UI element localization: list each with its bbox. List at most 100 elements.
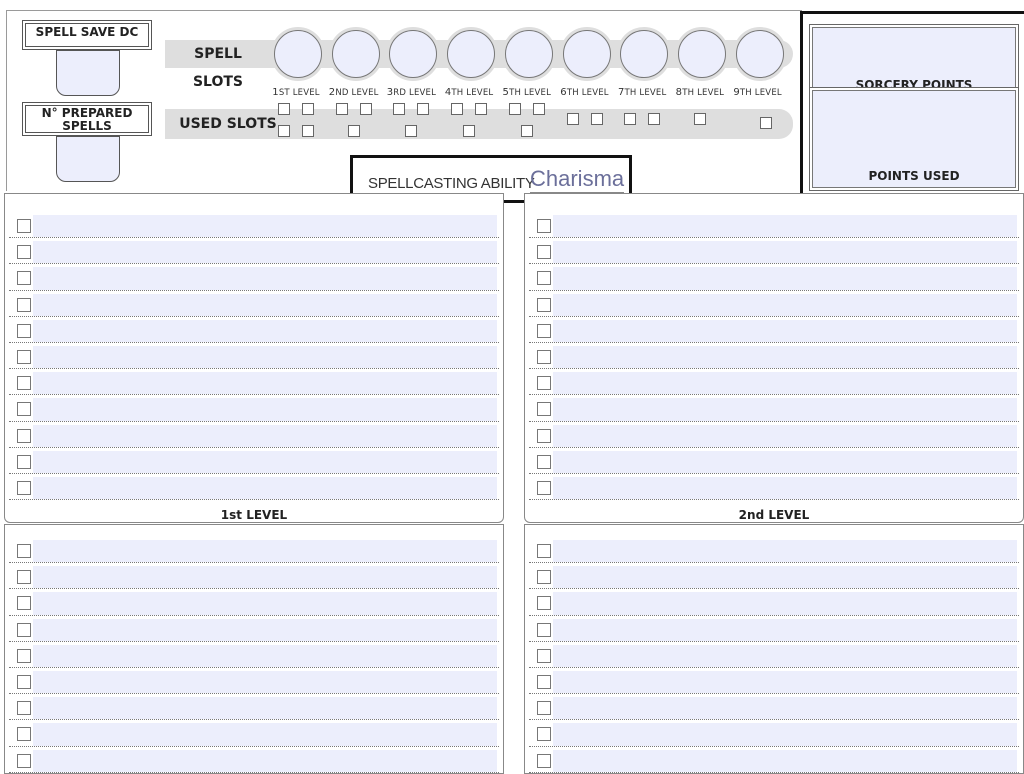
used-slot-checkbox[interactable] [694, 113, 706, 125]
spell-prepared-checkbox[interactable] [17, 675, 31, 689]
spell-slot-circle-level-5[interactable] [505, 30, 553, 78]
spell-name-field[interactable] [553, 645, 1017, 667]
spell-name-field[interactable] [553, 398, 1017, 420]
used-slot-checkbox[interactable] [360, 103, 372, 115]
spell-prepared-checkbox[interactable] [537, 298, 551, 312]
spell-name-field[interactable] [33, 241, 497, 263]
sorcery-points-field[interactable]: SORCERY POINTS [809, 24, 1019, 94]
spell-name-field[interactable] [33, 750, 497, 772]
used-slot-checkbox[interactable] [567, 113, 579, 125]
spell-prepared-checkbox[interactable] [17, 570, 31, 584]
spell-slot-circle-level-6[interactable] [563, 30, 611, 78]
spell-prepared-checkbox[interactable] [537, 701, 551, 715]
spell-prepared-checkbox[interactable] [537, 350, 551, 364]
spell-name-field[interactable] [33, 477, 497, 499]
spell-name-field[interactable] [553, 372, 1017, 394]
spell-name-field[interactable] [553, 425, 1017, 447]
used-slot-checkbox[interactable] [302, 103, 314, 115]
spell-name-field[interactable] [33, 215, 497, 237]
spell-name-field[interactable] [553, 697, 1017, 719]
spell-name-field[interactable] [33, 451, 497, 473]
spell-prepared-checkbox[interactable] [537, 324, 551, 338]
spell-name-field[interactable] [553, 566, 1017, 588]
used-slot-checkbox[interactable] [336, 103, 348, 115]
spellcasting-ability-value[interactable]: Charisma [530, 166, 624, 193]
spell-name-field[interactable] [553, 294, 1017, 316]
points-used-field[interactable]: POINTS USED [809, 87, 1019, 191]
spell-prepared-checkbox[interactable] [17, 481, 31, 495]
used-slot-checkbox[interactable] [648, 113, 660, 125]
spell-prepared-checkbox[interactable] [17, 649, 31, 663]
spell-prepared-checkbox[interactable] [17, 596, 31, 610]
spell-prepared-checkbox[interactable] [17, 727, 31, 741]
used-slot-checkbox[interactable] [393, 103, 405, 115]
spell-name-field[interactable] [33, 645, 497, 667]
spell-prepared-checkbox[interactable] [17, 701, 31, 715]
spell-name-field[interactable] [33, 540, 497, 562]
used-slot-checkbox[interactable] [521, 125, 533, 137]
spell-name-field[interactable] [33, 320, 497, 342]
spell-prepared-checkbox[interactable] [17, 544, 31, 558]
spell-slot-circle-level-1[interactable] [274, 30, 322, 78]
spell-prepared-checkbox[interactable] [17, 298, 31, 312]
used-slot-checkbox[interactable] [302, 125, 314, 137]
spell-name-field[interactable] [553, 320, 1017, 342]
used-slot-checkbox[interactable] [760, 117, 772, 129]
spell-name-field[interactable] [33, 723, 497, 745]
spell-name-field[interactable] [553, 619, 1017, 641]
spell-prepared-checkbox[interactable] [537, 570, 551, 584]
spell-name-field[interactable] [33, 425, 497, 447]
spell-prepared-checkbox[interactable] [537, 649, 551, 663]
spell-name-field[interactable] [553, 241, 1017, 263]
spell-name-field[interactable] [553, 477, 1017, 499]
spell-prepared-checkbox[interactable] [17, 402, 31, 416]
used-slot-checkbox[interactable] [475, 103, 487, 115]
used-slot-checkbox[interactable] [405, 125, 417, 137]
spell-slot-circle-level-2[interactable] [332, 30, 380, 78]
spell-prepared-checkbox[interactable] [17, 219, 31, 233]
spell-prepared-checkbox[interactable] [17, 455, 31, 469]
spell-prepared-checkbox[interactable] [17, 350, 31, 364]
spell-prepared-checkbox[interactable] [17, 376, 31, 390]
spell-prepared-checkbox[interactable] [17, 429, 31, 443]
spell-name-field[interactable] [553, 267, 1017, 289]
spell-prepared-checkbox[interactable] [537, 754, 551, 768]
spell-name-field[interactable] [33, 671, 497, 693]
spell-slot-circle-level-9[interactable] [736, 30, 784, 78]
spell-name-field[interactable] [33, 372, 497, 394]
spell-prepared-checkbox[interactable] [537, 623, 551, 637]
spell-name-field[interactable] [553, 592, 1017, 614]
used-slot-checkbox[interactable] [624, 113, 636, 125]
spell-prepared-checkbox[interactable] [17, 271, 31, 285]
spell-prepared-checkbox[interactable] [537, 219, 551, 233]
spell-name-field[interactable] [33, 566, 497, 588]
spell-slot-circle-level-7[interactable] [620, 30, 668, 78]
spell-name-field[interactable] [553, 346, 1017, 368]
spell-name-field[interactable] [33, 267, 497, 289]
spell-name-field[interactable] [33, 697, 497, 719]
used-slot-checkbox[interactable] [348, 125, 360, 137]
spell-name-field[interactable] [553, 723, 1017, 745]
spell-prepared-checkbox[interactable] [17, 623, 31, 637]
spell-name-field[interactable] [33, 398, 497, 420]
spell-name-field[interactable] [33, 592, 497, 614]
used-slot-checkbox[interactable] [417, 103, 429, 115]
spell-prepared-checkbox[interactable] [537, 455, 551, 469]
spell-prepared-checkbox[interactable] [537, 271, 551, 285]
spell-name-field[interactable] [553, 215, 1017, 237]
spell-slot-circle-level-8[interactable] [678, 30, 726, 78]
used-slot-checkbox[interactable] [463, 125, 475, 137]
spell-prepared-checkbox[interactable] [17, 245, 31, 259]
used-slot-checkbox[interactable] [278, 103, 290, 115]
used-slot-checkbox[interactable] [509, 103, 521, 115]
used-slot-checkbox[interactable] [533, 103, 545, 115]
spell-prepared-checkbox[interactable] [537, 245, 551, 259]
spell-name-field[interactable] [33, 619, 497, 641]
spell-name-field[interactable] [553, 540, 1017, 562]
spell-prepared-checkbox[interactable] [537, 402, 551, 416]
used-slot-checkbox[interactable] [278, 125, 290, 137]
spell-prepared-checkbox[interactable] [17, 324, 31, 338]
spell-prepared-checkbox[interactable] [537, 376, 551, 390]
spell-prepared-checkbox[interactable] [537, 429, 551, 443]
spell-slot-circle-level-4[interactable] [447, 30, 495, 78]
